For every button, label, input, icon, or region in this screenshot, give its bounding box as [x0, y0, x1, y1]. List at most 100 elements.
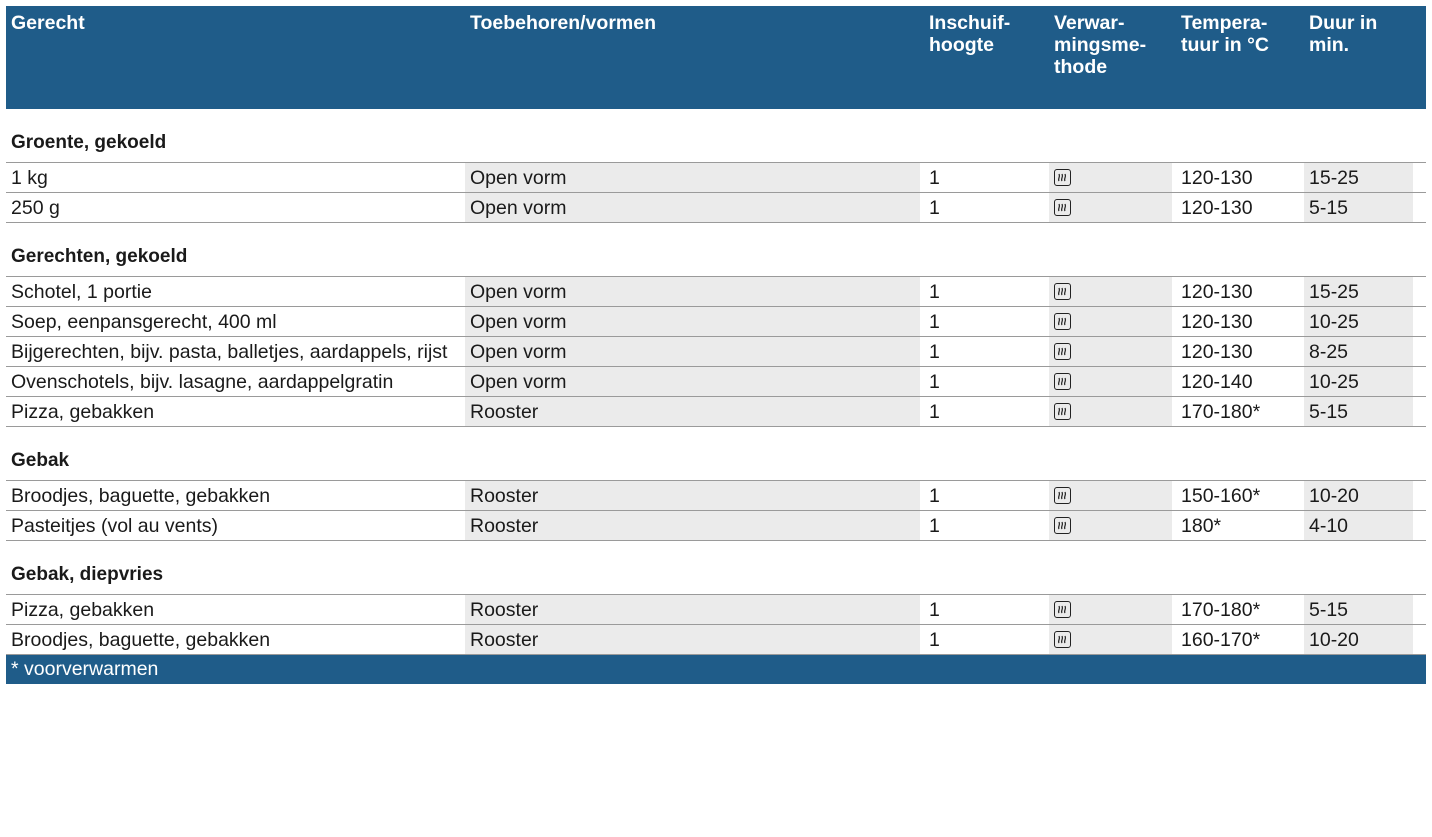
cell-heating-method — [1049, 625, 1172, 654]
cell-dish: Soep, eenpansgerecht, 400 ml — [11, 311, 277, 333]
header-duration: Duur in min. — [1309, 12, 1378, 56]
cell-dish: Schotel, 1 portie — [11, 281, 152, 303]
cell-heating-method — [1049, 367, 1172, 396]
cell-accessory: Rooster — [465, 511, 920, 540]
table-row: Pizza, gebakken Rooster 1 170-180* 5-15 — [6, 595, 1426, 625]
cell-dish: Pasteitjes (vol au vents) — [11, 515, 219, 537]
cell-dish: Pizza, gebakken — [11, 401, 155, 423]
cell-temperature: 120-140 — [1181, 371, 1253, 393]
cell-duration: 10-25 — [1304, 307, 1413, 336]
cell-duration: 8-25 — [1304, 337, 1413, 366]
footnote-text: * voorverwarmen — [11, 658, 159, 680]
cell-accessory: Rooster — [465, 397, 920, 426]
cell-heating-method — [1049, 337, 1172, 366]
table-row: Soep, eenpansgerecht, 400 ml Open vorm 1 12… — [6, 307, 1426, 337]
cell-level: 1 — [929, 341, 940, 363]
cell-heating-method — [1049, 307, 1172, 336]
cell-accessory: Open vorm — [465, 337, 920, 366]
cell-temperature: 120-130 — [1181, 311, 1253, 333]
table-row: Pizza, gebakken Rooster 1 170-180* 5-15 — [6, 397, 1426, 427]
steam-heating-icon — [1054, 517, 1071, 534]
cell-level: 1 — [929, 401, 940, 423]
table-row: Bijgerechten, bijv. pasta, balletjes, aa… — [6, 337, 1426, 367]
section-heading: Gerechten, gekoeld — [6, 223, 1426, 277]
cell-temperature: 120-130 — [1181, 281, 1253, 303]
header-dish: Gerecht — [11, 12, 85, 34]
cell-duration: 15-25 — [1304, 277, 1413, 306]
cell-accessory: Rooster — [465, 481, 920, 510]
cell-heating-method — [1049, 481, 1172, 510]
cell-accessory: Open vorm — [465, 193, 920, 222]
cell-dish: Ovenschotels, bijv. lasagne, aardappelgr… — [11, 371, 394, 393]
cell-level: 1 — [929, 311, 940, 333]
table-row: Schotel, 1 portie Open vorm 1 120-130 15-25 — [6, 277, 1426, 307]
steam-heating-icon — [1054, 283, 1071, 300]
cell-heating-method — [1049, 163, 1172, 192]
cell-dish: 250 g — [11, 197, 60, 219]
table-row: 1 kg Open vorm 1 120-130 15-25 — [6, 163, 1426, 193]
cell-level: 1 — [929, 515, 940, 537]
header-level: Inschuif- hoogte — [929, 12, 1011, 56]
cell-duration: 10-25 — [1304, 367, 1413, 396]
steam-heating-icon — [1054, 199, 1071, 216]
cell-dish: Broodjes, baguette, gebakken — [11, 485, 271, 507]
cell-heating-method — [1049, 511, 1172, 540]
cell-dish: Broodjes, baguette, gebakken — [11, 629, 271, 651]
table-row: Pasteitjes (vol au vents) Rooster 1 180* 4-1… — [6, 511, 1426, 541]
cell-level: 1 — [929, 599, 940, 621]
cell-accessory: Open vorm — [465, 307, 920, 336]
cell-temperature: 160-170* — [1181, 629, 1261, 651]
section-heading: Groente, gekoeld — [6, 109, 1426, 163]
cell-temperature: 150-160* — [1181, 485, 1261, 507]
cell-heating-method — [1049, 397, 1172, 426]
cell-accessory: Open vorm — [465, 163, 920, 192]
steam-heating-icon — [1054, 487, 1071, 504]
cell-level: 1 — [929, 167, 940, 189]
steam-heating-icon — [1054, 343, 1071, 360]
cell-accessory: Open vorm — [465, 367, 920, 396]
cell-dish: Pizza, gebakken — [11, 599, 155, 621]
steam-heating-icon — [1054, 403, 1071, 420]
footnote: * voorverwarmen — [6, 655, 1426, 684]
steam-heating-icon — [1054, 601, 1071, 618]
cell-duration: 5-15 — [1304, 397, 1413, 426]
cell-accessory: Rooster — [465, 625, 920, 654]
cell-temperature: 120-130 — [1181, 167, 1253, 189]
cell-accessory: Open vorm — [465, 277, 920, 306]
section-heading: Gebak, diepvries — [6, 541, 1426, 595]
cell-heating-method — [1049, 193, 1172, 222]
cell-heating-method — [1049, 595, 1172, 624]
cell-temperature: 120-130 — [1181, 341, 1253, 363]
cell-duration: 10-20 — [1304, 481, 1413, 510]
cell-level: 1 — [929, 371, 940, 393]
cell-dish: Bijgerechten, bijv. pasta, balletjes, aa… — [11, 341, 448, 363]
cell-duration: 15-25 — [1304, 163, 1413, 192]
cell-accessory: Rooster — [465, 595, 920, 624]
cell-temperature: 180* — [1181, 515, 1222, 537]
table-header: Gerecht Toebehoren/vormen Inschuif- hoogte… — [6, 6, 1426, 109]
cell-dish: 1 kg — [11, 167, 48, 189]
cell-duration: 5-15 — [1304, 193, 1413, 222]
cell-heating-method — [1049, 277, 1172, 306]
cell-level: 1 — [929, 197, 940, 219]
cooking-table: Gerecht Toebehoren/vormen Inschuif- hoogte… — [6, 6, 1426, 684]
cell-duration: 5-15 — [1304, 595, 1413, 624]
section-title: Gebak — [11, 449, 70, 471]
cell-duration: 10-20 — [1304, 625, 1413, 654]
cell-level: 1 — [929, 629, 940, 651]
cell-level: 1 — [929, 485, 940, 507]
cell-temperature: 170-180* — [1181, 599, 1261, 621]
header-temperature: Tempera- tuur in °C — [1181, 12, 1269, 56]
table-row: Broodjes, baguette, gebakken Rooster 1 150-… — [6, 481, 1426, 511]
steam-heating-icon — [1054, 313, 1071, 330]
section-title: Groente, gekoeld — [11, 131, 167, 153]
steam-heating-icon — [1054, 631, 1071, 648]
steam-heating-icon — [1054, 373, 1071, 390]
table-row: Ovenschotels, bijv. lasagne, aardappelgr… — [6, 367, 1426, 397]
header-accessory: Toebehoren/vormen — [470, 12, 657, 34]
cell-level: 1 — [929, 281, 940, 303]
table-row: 250 g Open vorm 1 120-130 5-15 — [6, 193, 1426, 223]
section-title: Gebak, diepvries — [11, 563, 164, 585]
section-title: Gerechten, gekoeld — [11, 245, 188, 267]
steam-heating-icon — [1054, 169, 1071, 186]
